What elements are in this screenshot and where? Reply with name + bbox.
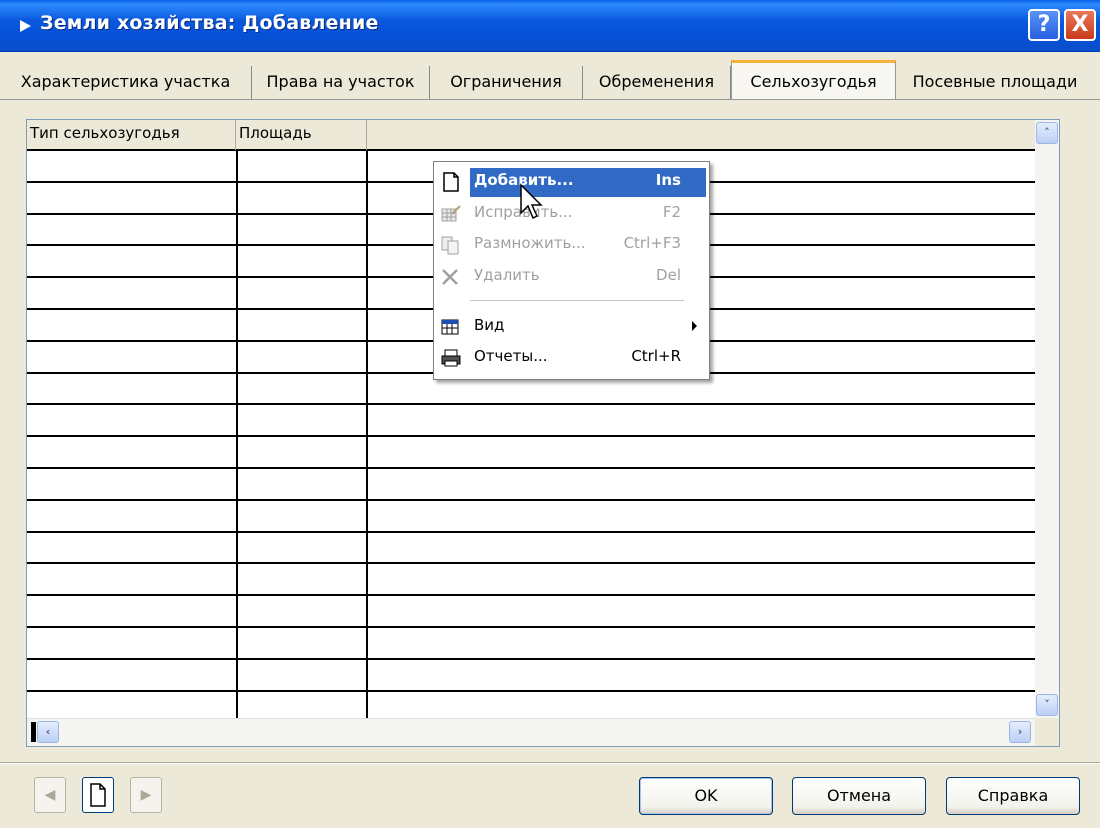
table-row-line [27, 150, 1035, 151]
title-bar[interactable]: Земли хозяйства: Добавление ? X [0, 0, 1100, 52]
menu-item-shortcut: Ins [655, 171, 681, 189]
menu-item-label: Размножить... [474, 234, 586, 252]
menu-item-label: Отчеты... [474, 347, 548, 365]
scroll-right-button[interactable]: › [1009, 721, 1031, 743]
scroll-left-button[interactable]: ‹ [37, 721, 59, 743]
tab-sown-areas[interactable]: Посевные площади [896, 66, 1094, 99]
window-title: Земли хозяйства: Добавление [40, 12, 379, 34]
tab-divider [0, 99, 1100, 100]
menu-item-label: Вид [474, 316, 505, 334]
table-row-line [27, 467, 1035, 469]
table-row-line [27, 403, 1035, 406]
menu-item-shortcut: F2 [662, 203, 681, 221]
scroll-corner [1035, 718, 1059, 746]
ok-button[interactable]: OK [639, 777, 773, 815]
column-header-type[interactable]: Тип сельхозугодья [27, 120, 236, 150]
close-button[interactable]: X [1064, 9, 1096, 41]
copy-icon [441, 236, 459, 255]
delete-x-icon [442, 269, 458, 285]
tab-characteristics[interactable]: Характеристика участка [0, 66, 252, 99]
scroll-down-button[interactable]: ˅ [1036, 694, 1058, 716]
scroll-up-button[interactable]: ˄ [1036, 122, 1058, 144]
new-record-button[interactable] [82, 777, 114, 813]
menu-item-add[interactable]: Добавить... Ins [434, 166, 709, 197]
menu-item-edit[interactable]: Исправить... F2 [434, 198, 709, 228]
tab-restrictions[interactable]: Ограничения [430, 66, 583, 99]
menu-item-label: Удалить [474, 266, 540, 284]
mouse-cursor-icon [520, 183, 543, 220]
bottom-separator [0, 762, 1100, 764]
menu-item-shortcut: Ctrl+F3 [623, 234, 681, 252]
table-row-line [27, 530, 1035, 533]
tab-strip: Характеристика участка Права на участок … [0, 60, 1100, 100]
help-title-button[interactable]: ? [1028, 9, 1060, 41]
column-divider [236, 150, 238, 718]
prev-record-button[interactable]: ◀ [34, 777, 66, 813]
edit-table-icon [441, 205, 461, 222]
record-marker [31, 722, 36, 742]
menu-item-reports[interactable]: Отчеты... Ctrl+R [434, 342, 709, 372]
table-row-line [27, 498, 1035, 501]
cancel-button[interactable]: Отмена [792, 777, 926, 815]
new-document-icon [443, 172, 459, 192]
tab-farmland[interactable]: Сельхозугодья [731, 60, 896, 100]
menu-item-shortcut: Del [656, 266, 681, 284]
submenu-arrow-icon [692, 321, 697, 331]
menu-item-view[interactable]: Вид [434, 311, 709, 341]
menu-item-shortcut: Ctrl+R [631, 347, 681, 365]
tab-rights[interactable]: Права на участок [252, 66, 430, 99]
column-divider [366, 150, 368, 718]
menu-separator [470, 300, 684, 301]
table-row-line [27, 689, 1035, 692]
help-button[interactable]: Справка [946, 777, 1080, 815]
printer-icon [441, 349, 461, 367]
app-icon [20, 20, 31, 32]
next-record-button[interactable]: ▶ [130, 777, 162, 813]
tab-encumbrances[interactable]: Обременения [583, 66, 731, 99]
vertical-scrollbar[interactable]: ˄ ˅ [1035, 120, 1059, 718]
horizontal-scrollbar[interactable]: ‹ › [27, 718, 1035, 746]
view-icon [441, 319, 459, 335]
table-row-line [27, 435, 1035, 438]
table-row-line [27, 657, 1035, 660]
table-row-line [27, 626, 1035, 628]
menu-item-duplicate[interactable]: Размножить... Ctrl+F3 [434, 229, 709, 259]
column-header-area[interactable]: Площадь [236, 120, 367, 150]
new-document-icon [90, 783, 106, 807]
table-row-line [27, 594, 1035, 597]
table-row-line [27, 562, 1035, 565]
menu-item-delete[interactable]: Удалить Del [434, 261, 709, 291]
table-header: Тип сельхозугодья Площадь [27, 120, 1035, 150]
context-menu: Добавить... Ins Исправить... F2 Размножи… [433, 161, 710, 380]
